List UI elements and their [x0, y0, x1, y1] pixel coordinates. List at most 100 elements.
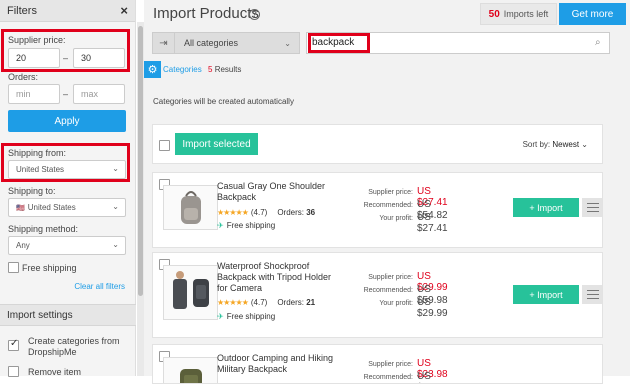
shipping-to-value: United States — [28, 203, 76, 212]
import-button[interactable]: + Import — [513, 285, 579, 304]
product-rating: ★★★★★(4.7) Orders: 21 — [217, 298, 315, 307]
shipping-from-value: United States — [16, 165, 64, 174]
bulk-actions-bar: Import selected Sort by: Newest ⌄ — [152, 124, 603, 164]
product-rating: ★★★★★(4.7) Orders: 36 — [217, 208, 315, 217]
product-menu-button[interactable] — [582, 198, 603, 217]
product-title[interactable]: Outdoor Camping and Hiking Military Back… — [217, 353, 337, 375]
sort-by-label: Sort by: — [523, 140, 551, 149]
orders-max-input[interactable]: max — [73, 84, 125, 104]
search-input[interactable]: backpack — [306, 32, 610, 54]
plane-icon: ✈ — [217, 312, 224, 321]
price-dash: – — [63, 53, 68, 63]
product-card: Outdoor Camping and Hiking Military Back… — [152, 344, 603, 384]
profit-value: US $27.41 — [417, 212, 463, 234]
product-prices: Supplier price:US $23.98 Recommended:US … — [343, 358, 463, 384]
free-shipping-tag: ✈Free shipping — [217, 312, 275, 321]
us-flag-icon: 🇺🇸 — [16, 205, 25, 212]
free-shipping-label: Free shipping — [22, 263, 77, 273]
page-title: Import Products — [153, 5, 259, 22]
filters-title: Filters — [7, 5, 37, 17]
get-more-button[interactable]: Get more — [559, 3, 626, 25]
help-icon[interactable]: ? — [249, 9, 260, 20]
shipping-method-label: Shipping method: — [8, 224, 78, 234]
checkmark-icon: ✓ — [10, 338, 18, 349]
supplier-price-label: Supplier price: — [8, 35, 66, 45]
shipping-method-select[interactable]: Any ⌄ — [8, 236, 126, 255]
scrollbar-thumb[interactable] — [138, 26, 143, 296]
rating-value: (4.7) — [251, 208, 267, 217]
product-prices: Supplier price:US $29.99 Recommended:US … — [343, 271, 463, 310]
import-settings-header: Import settings — [0, 304, 136, 326]
supplier-price-label: Supplier price: — [368, 189, 413, 196]
results-count: 5 Results — [208, 65, 241, 74]
sort-by-control[interactable]: Sort by: Newest ⌄ — [523, 140, 588, 149]
import-icon: ⇥ — [153, 33, 175, 53]
remove-item-checkbox[interactable] — [8, 366, 19, 377]
profit-label: Your profit: — [379, 300, 413, 307]
hamburger-icon — [587, 203, 599, 212]
free-shipping-tag: ✈Free shipping — [217, 221, 275, 230]
orders-dash: – — [63, 89, 68, 99]
price-max-input[interactable]: 30 — [73, 48, 125, 68]
product-card: Casual Gray One Shoulder Backpack ★★★★★(… — [152, 172, 603, 248]
orders-count: 21 — [306, 298, 315, 307]
product-title[interactable]: Casual Gray One Shoulder Backpack — [217, 181, 337, 203]
results-number: 5 — [208, 65, 212, 74]
search-icon[interactable]: ⌕ — [595, 37, 601, 48]
product-prices: Supplier price:US $27.41 Recommended:US … — [343, 186, 463, 225]
import-selected-button[interactable]: Import selected — [175, 133, 258, 155]
category-select[interactable]: ⇥ All categories ⌄ — [152, 32, 300, 54]
plane-icon: ✈ — [217, 221, 224, 230]
rating-value: (4.7) — [251, 298, 267, 307]
close-icon[interactable]: × — [120, 3, 128, 18]
filters-header: Filters × — [0, 0, 135, 22]
create-categories-label: Create categories from DropshipMe — [28, 336, 128, 358]
orders-count: 36 — [306, 208, 315, 217]
filters-sidebar: Filters × Supplier price: 20 – 30 Orders… — [0, 0, 136, 376]
camera-backpack-image — [169, 269, 213, 317]
orders-label: Orders: — [8, 72, 38, 82]
product-image[interactable] — [163, 357, 218, 384]
shipping-to-select[interactable]: 🇺🇸United States ⌄ — [8, 198, 126, 217]
hamburger-icon — [587, 290, 599, 299]
main-panel: Import Products ? 50 Imports left Get mo… — [144, 0, 630, 376]
product-title[interactable]: Waterproof Shockproof Backpack with Trip… — [217, 261, 337, 294]
auto-categories-note: Categories will be created automatically — [153, 97, 294, 106]
apply-button[interactable]: Apply — [8, 110, 126, 132]
chevron-down-icon: ⌄ — [581, 140, 588, 149]
orders-label: Orders: — [277, 208, 304, 217]
supplier-price-label: Supplier price: — [368, 274, 413, 281]
star-rating-icon: ★★★★★ — [217, 298, 248, 307]
import-button[interactable]: + Import — [513, 198, 579, 217]
chevron-down-icon: ⌄ — [112, 240, 119, 249]
gear-icon[interactable]: ⚙ — [144, 61, 161, 78]
sort-by-value: Newest — [552, 140, 579, 149]
product-image[interactable] — [163, 185, 218, 230]
supplier-price-label: Supplier price: — [368, 361, 413, 368]
create-categories-checkbox[interactable]: ✓ — [8, 340, 19, 351]
imports-left-badge: 50 Imports left — [480, 3, 557, 25]
orders-info: Orders: 36 — [277, 208, 315, 217]
chevron-down-icon: ⌄ — [112, 164, 119, 173]
product-card: Waterproof Shockproof Backpack with Trip… — [152, 252, 603, 338]
orders-info: Orders: 21 — [277, 298, 315, 307]
categories-link[interactable]: Categories — [163, 65, 202, 74]
shipping-to-label: Shipping to: — [8, 186, 56, 196]
product-image[interactable] — [163, 265, 218, 320]
imports-left-count: 50 — [489, 9, 500, 20]
free-shipping-text: Free shipping — [227, 221, 275, 230]
recommended-value: US $48.00 — [417, 371, 463, 384]
star-rating-icon: ★★★★★ — [217, 208, 248, 217]
free-shipping-text: Free shipping — [227, 312, 275, 321]
select-all-checkbox[interactable] — [159, 140, 170, 151]
chevron-down-icon: ⌄ — [112, 202, 119, 211]
military-backpack-image — [174, 365, 208, 384]
shipping-from-label: Shipping from: — [8, 148, 66, 158]
orders-min-input[interactable]: min — [8, 84, 60, 104]
shipping-from-select[interactable]: United States ⌄ — [8, 160, 126, 179]
price-min-input[interactable]: 20 — [8, 48, 60, 68]
product-menu-button[interactable] — [582, 285, 603, 304]
free-shipping-checkbox[interactable] — [8, 262, 19, 273]
clear-all-filters-link[interactable]: Clear all filters — [74, 282, 125, 291]
sidebar-scrollbar[interactable] — [137, 22, 144, 376]
